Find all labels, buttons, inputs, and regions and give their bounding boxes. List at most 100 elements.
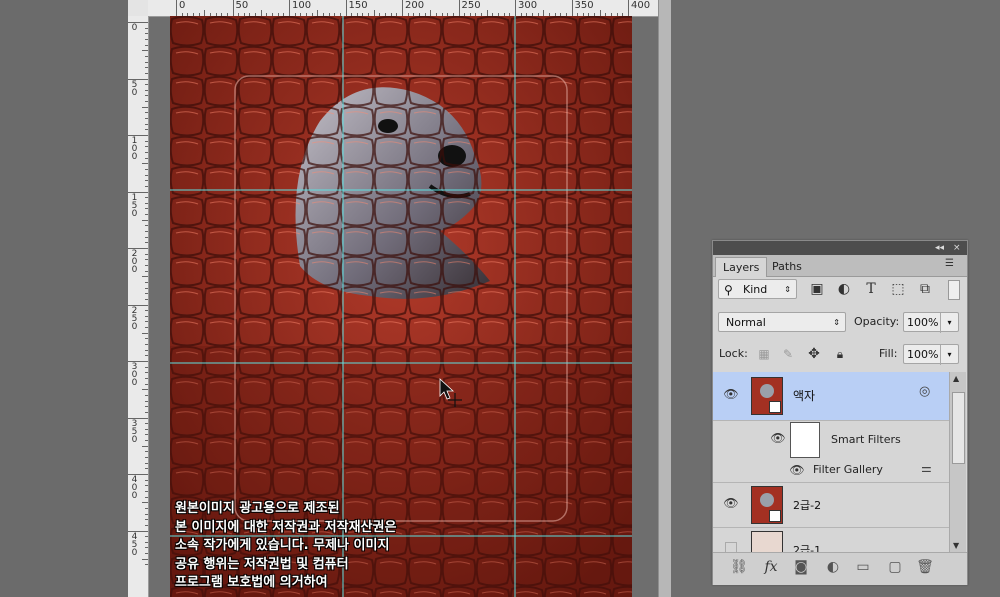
ruler-tick bbox=[145, 366, 148, 368]
ruler-origin[interactable] bbox=[128, 0, 149, 17]
layer-style-icon[interactable]: fx bbox=[761, 559, 781, 575]
search-icon: ⚲ bbox=[724, 283, 733, 297]
layer-thumbnail bbox=[751, 377, 783, 415]
ruler-tick bbox=[145, 185, 148, 187]
visibility-eye-icon[interactable]: 👁︎ bbox=[723, 496, 739, 510]
ruler-label: 250 bbox=[131, 305, 138, 332]
ruler-tick bbox=[145, 349, 148, 351]
smart-filters-label: Smart Filters bbox=[831, 433, 901, 446]
copyright-caption: 원본이미지 광고용으로 제조된 본 이미지에 대한 저작권과 저작재산권은 소속… bbox=[175, 500, 396, 593]
delete-layer-icon[interactable]: 🗑︎ bbox=[915, 559, 935, 575]
filter-toggle[interactable] bbox=[948, 280, 960, 300]
lock-transparent-icon[interactable]: ▦ bbox=[755, 344, 773, 364]
type-filter-icon[interactable]: T bbox=[862, 279, 880, 299]
visibility-eye-icon[interactable]: 👁︎ bbox=[770, 431, 786, 445]
new-group-icon[interactable]: ▭ bbox=[853, 559, 873, 575]
tab-layers[interactable]: Layers bbox=[715, 257, 768, 277]
updown-arrow-icon: ⇕ bbox=[833, 318, 840, 327]
scroll-down-icon[interactable]: ▼ bbox=[953, 541, 959, 550]
fill-field[interactable]: 100% ▾ bbox=[903, 344, 959, 365]
lock-all-icon[interactable]: 🔒︎ bbox=[831, 344, 849, 364]
ruler-tick bbox=[145, 38, 148, 40]
dropdown-arrow-icon[interactable]: ▾ bbox=[940, 313, 958, 333]
panel-tabs: Layers Paths ☰ bbox=[713, 255, 967, 277]
ruler-label: 300 bbox=[518, 0, 538, 11]
ruler-tick bbox=[145, 202, 148, 204]
layer-row[interactable]: 👁︎ 2급-2 bbox=[713, 482, 949, 528]
smart-object-filter-icon[interactable]: ⧉ bbox=[916, 279, 934, 299]
smart-filters-row[interactable]: 👁︎ Smart Filters bbox=[713, 420, 949, 458]
ruler-label: 50 bbox=[235, 0, 249, 11]
filter-mask-thumbnail bbox=[790, 422, 820, 458]
layer-name[interactable]: 2급-2 bbox=[793, 497, 821, 513]
scroll-thumb[interactable] bbox=[952, 392, 965, 464]
visibility-toggle[interactable] bbox=[725, 542, 737, 552]
ruler-label: 0 bbox=[179, 0, 186, 11]
panel-titlebar[interactable]: ◂◂ × bbox=[713, 241, 967, 255]
ruler-tick bbox=[145, 479, 148, 481]
ruler-tick bbox=[145, 180, 148, 182]
ruler-tick bbox=[128, 417, 148, 419]
layer-filter-select[interactable]: ⚲ Kind ⇕ bbox=[718, 279, 797, 299]
adjustment-filter-icon[interactable]: ◐ bbox=[835, 279, 853, 299]
ruler-label: 300 bbox=[131, 362, 138, 388]
lock-pixels-icon[interactable]: ✎ bbox=[779, 344, 797, 364]
ruler-tick bbox=[145, 33, 148, 35]
canvas-scrollbar[interactable] bbox=[658, 0, 671, 597]
link-layers-icon[interactable]: ⛓ bbox=[729, 559, 749, 575]
layer-row[interactable]: 2급-1 bbox=[713, 527, 949, 552]
shape-filter-icon[interactable]: ⬚ bbox=[889, 279, 907, 299]
smart-object-icon: ◎ bbox=[919, 384, 931, 399]
scroll-up-icon[interactable]: ▲ bbox=[953, 374, 959, 383]
pixel-filter-icon[interactable]: ▣ bbox=[808, 279, 826, 299]
document-canvas[interactable]: 원본이미지 광고용으로 제조된 본 이미지에 대한 저작권과 저작재산권은 소속… bbox=[170, 16, 632, 597]
ruler-tick bbox=[145, 440, 148, 442]
ruler-tick bbox=[402, 0, 403, 16]
ruler-tick bbox=[128, 530, 148, 532]
tab-paths[interactable]: Paths bbox=[765, 257, 809, 276]
ruler-tick bbox=[145, 112, 148, 114]
ruler-tick bbox=[145, 225, 148, 227]
panel-menu-icon[interactable]: ☰ bbox=[945, 258, 954, 269]
filter-options-icon[interactable]: ⚌ bbox=[921, 461, 932, 475]
layer-name[interactable]: 2급-1 bbox=[793, 542, 821, 552]
ruler-label: 50 bbox=[131, 79, 138, 98]
visibility-eye-icon[interactable]: 👁︎ bbox=[789, 463, 805, 477]
ruler-tick bbox=[515, 0, 516, 16]
ruler-tick bbox=[128, 248, 148, 249]
filter-name: Filter Gallery bbox=[813, 463, 883, 476]
ruler-tick bbox=[289, 0, 290, 16]
ruler-tick bbox=[145, 287, 148, 289]
ruler-label: 200 bbox=[131, 249, 138, 275]
dropdown-arrow-icon[interactable]: ▾ bbox=[940, 345, 958, 365]
ruler-tick bbox=[145, 140, 148, 142]
blend-mode-select[interactable]: Normal ⇕ bbox=[718, 312, 846, 332]
layer-row[interactable]: 👁︎ 액자 ◎ bbox=[713, 372, 949, 421]
lock-position-icon[interactable]: ✥ bbox=[805, 344, 823, 364]
opacity-label: Opacity: bbox=[854, 315, 900, 328]
close-icon[interactable]: × bbox=[953, 242, 961, 254]
ruler-tick bbox=[145, 168, 148, 170]
horizontal-ruler[interactable]: 0 50 100 150 200 250 300 350 400 bbox=[148, 0, 658, 17]
vertical-ruler[interactable]: 0 50 100 150 200 250 300 350 400 450 bbox=[128, 16, 149, 597]
layer-name[interactable]: 액자 bbox=[793, 387, 815, 404]
ruler-tick bbox=[145, 259, 148, 261]
collapse-icon[interactable]: ◂◂ bbox=[935, 242, 944, 254]
opacity-field[interactable]: 100% ▾ bbox=[903, 312, 959, 333]
ruler-tick bbox=[145, 27, 148, 29]
new-layer-icon[interactable]: ▢ bbox=[885, 559, 905, 575]
add-mask-icon[interactable]: ◙ bbox=[791, 559, 811, 575]
filter-gallery-row[interactable]: 👁︎ Filter Gallery ⚌ bbox=[713, 458, 949, 483]
ruler-label: 400 bbox=[631, 0, 651, 11]
ruler-label: 350 bbox=[131, 418, 138, 445]
layers-scrollbar[interactable]: ▲ ▼ bbox=[949, 372, 966, 552]
ruler-tick bbox=[128, 135, 148, 136]
ruler-label: 250 bbox=[461, 0, 481, 11]
ruler-tick bbox=[145, 338, 148, 340]
visibility-eye-icon[interactable]: 👁︎ bbox=[723, 387, 739, 401]
new-adjustment-layer-icon[interactable]: ◐ bbox=[823, 559, 843, 575]
ruler-tick bbox=[142, 332, 148, 334]
ruler-tick bbox=[145, 242, 148, 244]
ruler-tick bbox=[145, 496, 148, 498]
ruler-tick bbox=[145, 123, 148, 125]
